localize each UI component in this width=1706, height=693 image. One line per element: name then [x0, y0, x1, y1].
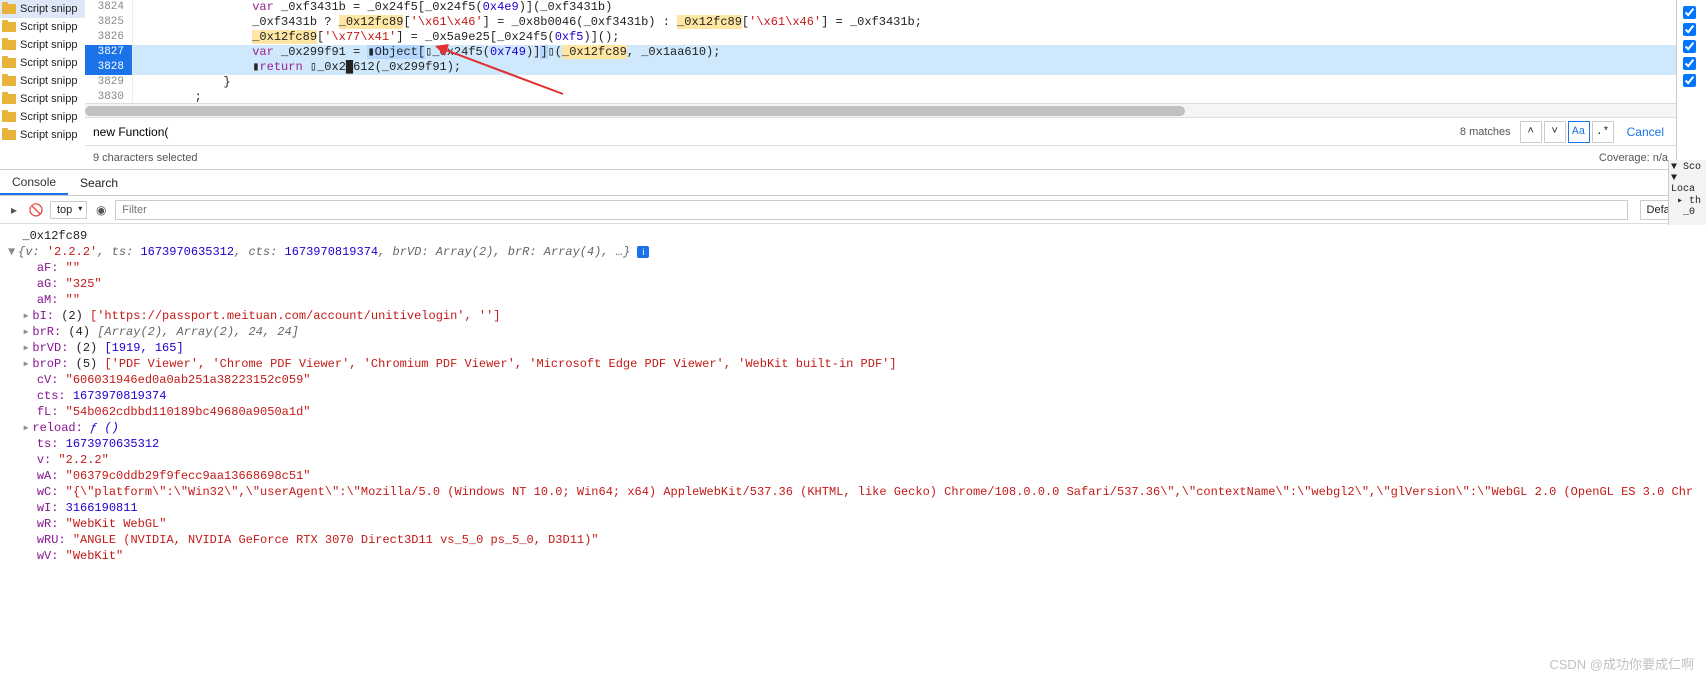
object-property[interactable]: ▸reload: ƒ ()	[8, 420, 1698, 436]
folder-icon	[2, 40, 16, 50]
object-property[interactable]: wA: "06379c0ddb29f9fecc9aa13668698c51"	[8, 468, 1698, 484]
sidebar-item-label: Script snipp	[20, 75, 77, 87]
object-property[interactable]: aM: ""	[8, 292, 1698, 308]
sidebar-item[interactable]: Script snipp	[0, 18, 85, 36]
drawer-tabs: Console Search	[0, 170, 1706, 196]
console-output[interactable]: _0x12fc89 ▼{v: '2.2.2', ts: 167397063531…	[0, 224, 1706, 693]
clear-console-icon[interactable]: 🚫	[28, 202, 44, 218]
breakpoint-panel	[1676, 0, 1706, 169]
sidebar-item-label: Script snipp	[20, 111, 77, 123]
regex-button[interactable]: .*	[1592, 121, 1614, 143]
editor-statusbar: 9 characters selected Coverage: n/a	[85, 145, 1676, 169]
folder-icon	[2, 112, 16, 122]
sidebar-item[interactable]: Script snipp	[0, 36, 85, 54]
sidebar-item[interactable]: Script snipp	[0, 54, 85, 72]
match-case-button[interactable]: Aa	[1568, 121, 1590, 143]
object-property[interactable]: ▸bI: (2) ['https://passport.meituan.com/…	[8, 308, 1698, 324]
sidebar-item-label: Script snipp	[20, 93, 77, 105]
find-prev-button[interactable]: ˄	[1520, 121, 1542, 143]
find-matches: 8 matches	[1460, 126, 1511, 138]
find-cancel-button[interactable]: Cancel	[1615, 125, 1676, 139]
checkbox[interactable]	[1683, 23, 1696, 36]
find-bar: 8 matches ˄ ˅ Aa .* Cancel	[85, 117, 1676, 145]
file-tree[interactable]: Script snipp Script snipp Script snipp S…	[0, 0, 85, 169]
watermark: CSDN @成功你要成仁啊	[1549, 654, 1694, 673]
folder-icon	[2, 130, 16, 140]
object-property[interactable]: cV: "606031946ed0a0ab251a38223152c059"	[8, 372, 1698, 388]
console-input-line: _0x12fc89	[8, 228, 1698, 244]
code-content[interactable]: var _0xf3431b = _0x24f5[_0x24f5(0x4e9)](…	[133, 0, 1676, 103]
sidebar-item-label: Script snipp	[20, 129, 77, 141]
folder-icon	[2, 22, 16, 32]
object-property[interactable]: wV: "WebKit"	[8, 548, 1698, 564]
object-property[interactable]: aG: "325"	[8, 276, 1698, 292]
horizontal-scrollbar[interactable]	[85, 103, 1676, 117]
find-input[interactable]	[85, 121, 1460, 143]
folder-icon	[2, 4, 16, 14]
live-expression-icon[interactable]: ◉	[93, 202, 109, 218]
folder-icon	[2, 58, 16, 68]
object-property[interactable]: aF: ""	[8, 260, 1698, 276]
info-icon[interactable]: i	[637, 246, 649, 258]
object-preview[interactable]: ▼{v: '2.2.2', ts: 1673970635312, cts: 16…	[8, 244, 1698, 260]
coverage-status: Coverage: n/a	[1599, 152, 1668, 164]
sidebar-item[interactable]: Script snipp	[0, 72, 85, 90]
selection-status: 9 characters selected	[93, 152, 198, 164]
sidebar-item-label: Script snipp	[20, 3, 77, 15]
console-toolbar: ▸ 🚫 top ◉ Default le	[0, 196, 1706, 224]
sidebar-item-label: Script snipp	[20, 57, 77, 69]
sidebar-item-label: Script snipp	[20, 21, 77, 33]
sidebar-item-label: Script snipp	[20, 39, 77, 51]
scrollbar-thumb[interactable]	[85, 106, 1185, 116]
sidebar-item[interactable]: Script snipp	[0, 90, 85, 108]
folder-icon	[2, 94, 16, 104]
tab-search[interactable]: Search	[68, 170, 130, 195]
object-property[interactable]: ▸broP: (5) ['PDF Viewer', 'Chrome PDF Vi…	[8, 356, 1698, 372]
sidebar-item[interactable]: Script snipp	[0, 0, 85, 18]
sidebar-item[interactable]: Script snipp	[0, 108, 85, 126]
object-property[interactable]: cts: 1673970819374	[8, 388, 1698, 404]
checkbox[interactable]	[1683, 6, 1696, 19]
line-gutter: 3824 3825 3826 3827 3828 3829 3830 3831 …	[85, 0, 133, 103]
context-selector[interactable]: top	[50, 201, 87, 219]
scope-panel: ▼ Sco ▼ Loca ▸ th _0	[1668, 160, 1706, 225]
sidebar-toggle-icon[interactable]: ▸	[6, 202, 22, 218]
object-property[interactable]: v: "2.2.2"	[8, 452, 1698, 468]
object-property[interactable]: ▸brR: (4) [Array(2), Array(2), 24, 24]	[8, 324, 1698, 340]
object-property[interactable]: wRU: "ANGLE (NVIDIA, NVIDIA GeForce RTX …	[8, 532, 1698, 548]
find-next-button[interactable]: ˅	[1544, 121, 1566, 143]
code-editor[interactable]: 3824 3825 3826 3827 3828 3829 3830 3831 …	[85, 0, 1676, 103]
object-property[interactable]: wC: "{\"platform\":\"Win32\",\"userAgent…	[8, 484, 1698, 500]
console-filter-input[interactable]	[115, 200, 1627, 220]
folder-icon	[2, 76, 16, 86]
object-property[interactable]: fL: "54b062cdbbd110189bc49680a9050a1d"	[8, 404, 1698, 420]
object-property[interactable]: ts: 1673970635312	[8, 436, 1698, 452]
checkbox[interactable]	[1683, 40, 1696, 53]
checkbox[interactable]	[1683, 74, 1696, 87]
tab-console[interactable]: Console	[0, 170, 68, 195]
sidebar-item[interactable]: Script snipp	[0, 126, 85, 144]
object-property[interactable]: wI: 3166190811	[8, 500, 1698, 516]
object-property[interactable]: ▸brVD: (2) [1919, 165]	[8, 340, 1698, 356]
checkbox[interactable]	[1683, 57, 1696, 70]
object-property[interactable]: wR: "WebKit WebGL"	[8, 516, 1698, 532]
